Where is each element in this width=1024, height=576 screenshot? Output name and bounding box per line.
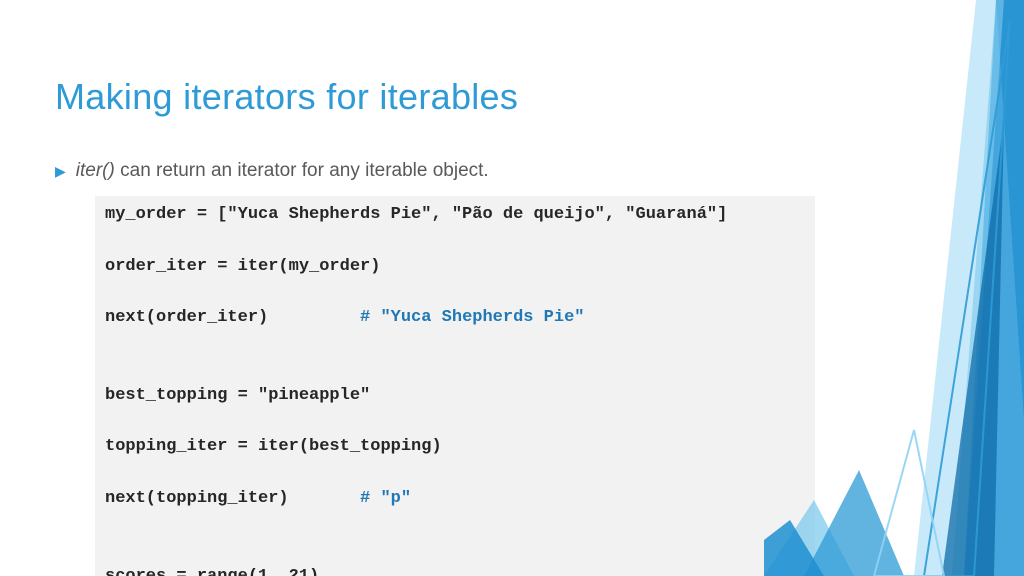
code-comment: # "Yuca Shepherds Pie"	[360, 308, 584, 327]
code-line: order_iter = iter(my_order)	[105, 254, 805, 280]
bullet-text: iter() can return an iterator for any it…	[76, 160, 489, 182]
bullet-text-rest: can return an iterator for any iterable …	[115, 160, 489, 181]
slide-body: ▶ iter() can return an iterator for any …	[55, 160, 835, 576]
code-text: scores = range(1, 21)	[105, 567, 319, 576]
code-text: best_topping = "pineapple"	[105, 386, 370, 405]
code-line: best_topping = "pineapple"	[105, 383, 805, 409]
code-block: my_order = ["Yuca Shepherds Pie", "Pão d…	[95, 196, 815, 576]
code-line: topping_iter = iter(best_topping)	[105, 434, 805, 460]
bullet-item: ▶ iter() can return an iterator for any …	[55, 160, 835, 182]
code-line: next(topping_iter) # "p"	[105, 486, 805, 512]
code-line: next(order_iter) # "Yuca Shepherds Pie"	[105, 305, 805, 331]
code-text: my_order = ["Yuca Shepherds Pie", "Pão d…	[105, 205, 727, 224]
slide-title: Making iterators for iterables	[55, 76, 518, 118]
code-text: topping_iter = iter(best_topping)	[105, 437, 442, 456]
code-text: order_iter = iter(my_order)	[105, 257, 380, 276]
code-comment: # "p"	[360, 489, 411, 508]
code-text: next(order_iter)	[105, 308, 360, 327]
bullet-marker-icon: ▶	[55, 162, 66, 182]
slide: Making iterators for iterables ▶ iter() …	[0, 0, 1024, 576]
code-line: my_order = ["Yuca Shepherds Pie", "Pão d…	[105, 202, 805, 228]
code-line: scores = range(1, 21)	[105, 564, 805, 576]
code-text: next(topping_iter)	[105, 489, 360, 508]
iter-fn-name: iter()	[76, 160, 115, 181]
